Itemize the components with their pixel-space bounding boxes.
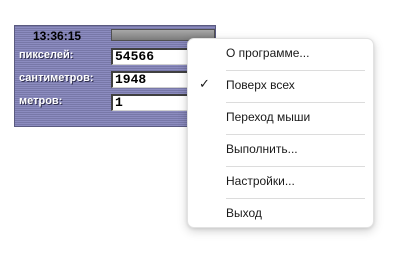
menu-separator — [226, 198, 365, 199]
pixels-row: пикселей: 54566 — [15, 47, 215, 67]
checkmark-icon: ✓ — [199, 77, 210, 92]
menu-item-mouse-transition-label: Переход мыши — [226, 110, 311, 124]
menu-separator — [226, 166, 365, 167]
pixel-ruler-widget[interactable]: 13:36:15 пикселей: 54566 сантиметров: 19… — [14, 25, 216, 127]
pixels-label: пикселей: — [19, 49, 74, 61]
menu-separator — [226, 134, 365, 135]
clock-time: 13:36:15 — [33, 29, 82, 43]
context-menu: О программе... ✓ Поверх всех Переход мыш… — [187, 38, 374, 228]
menu-item-settings[interactable]: Настройки... — [188, 169, 373, 195]
menu-separator — [226, 70, 365, 71]
meters-label: метров: — [19, 95, 63, 107]
menu-item-about-label: О программе... — [226, 46, 310, 60]
menu-item-run[interactable]: Выполнить... — [188, 137, 373, 163]
menu-item-about[interactable]: О программе... — [188, 41, 373, 67]
menu-item-run-label: Выполнить... — [226, 142, 298, 156]
menu-item-exit-label: Выход — [226, 206, 262, 220]
centimeters-label: сантиметров: — [19, 72, 94, 84]
clock-row: 13:36:15 — [15, 26, 215, 46]
menu-item-always-on-top-label: Поверх всех — [226, 78, 295, 92]
menu-item-exit[interactable]: Выход — [188, 201, 373, 227]
menu-item-settings-label: Настройки... — [226, 174, 295, 188]
menu-item-mouse-transition[interactable]: Переход мыши — [188, 105, 373, 131]
menu-separator — [226, 102, 365, 103]
menu-item-always-on-top[interactable]: ✓ Поверх всех — [188, 73, 373, 99]
centimeters-row: сантиметров: 1948 — [15, 70, 215, 90]
meters-row: метров: 1 — [15, 93, 215, 113]
